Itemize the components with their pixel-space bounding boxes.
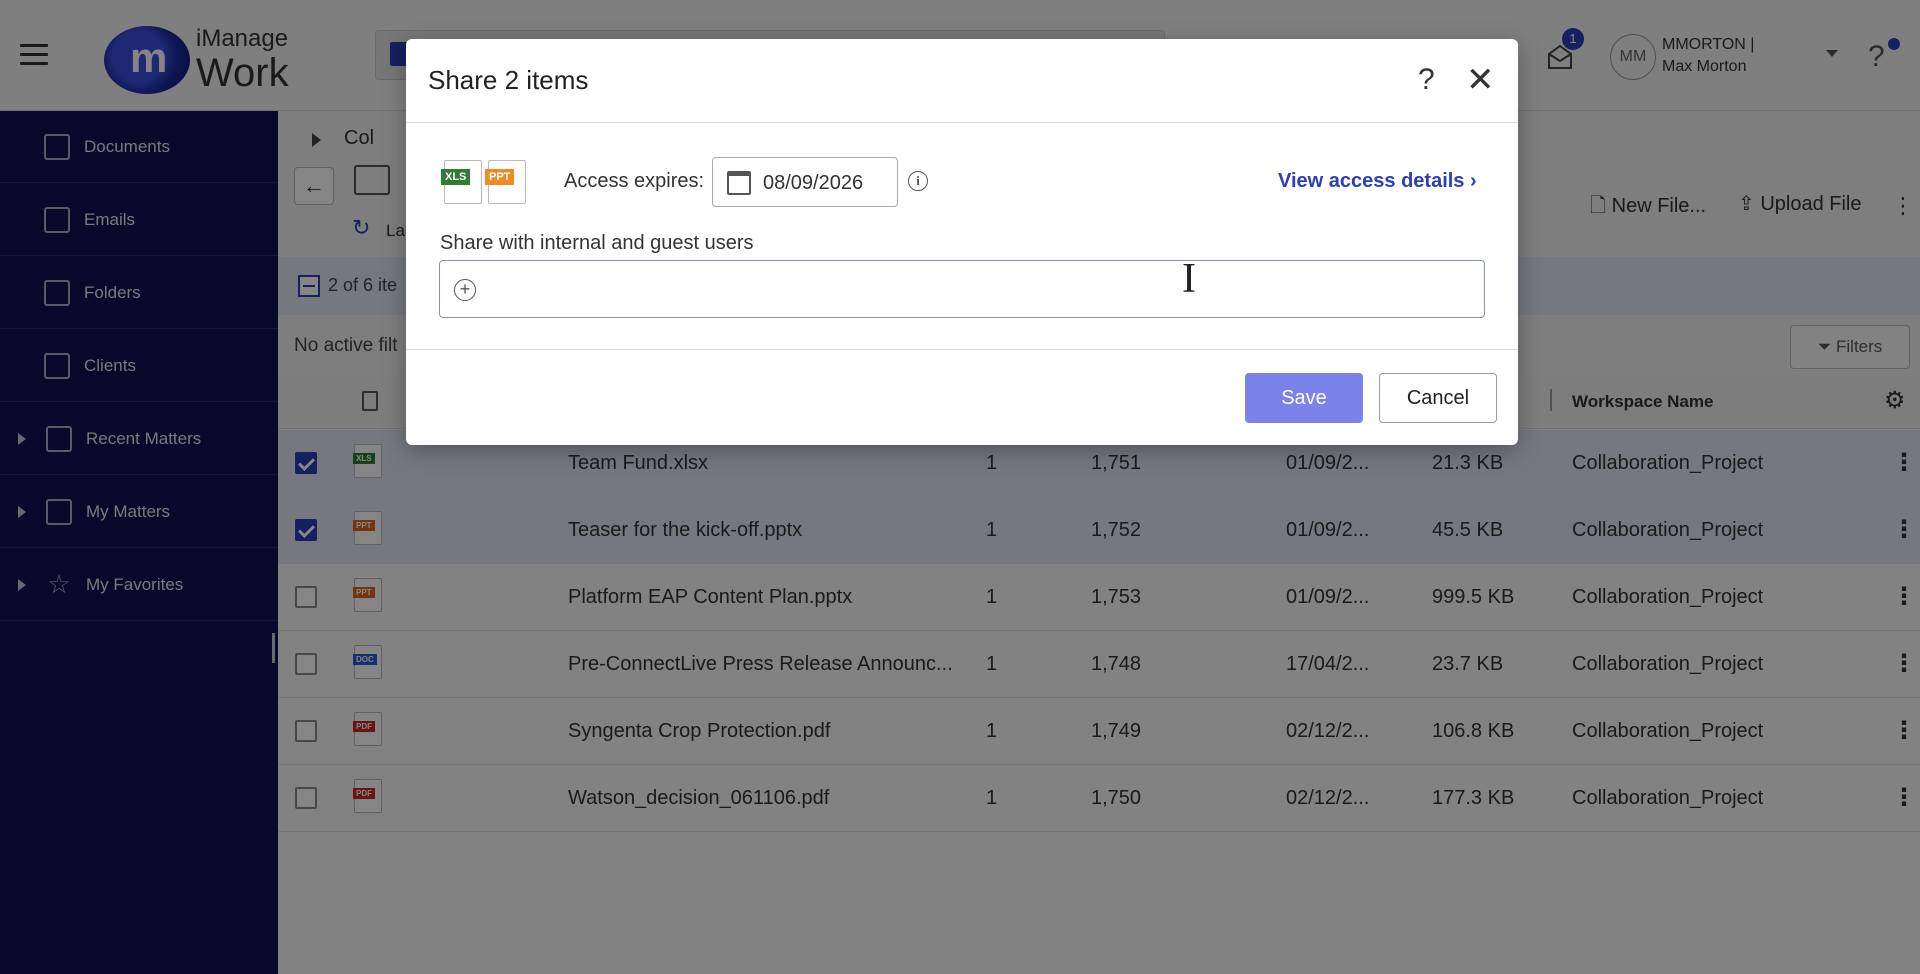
add-user-icon[interactable]: +	[454, 279, 476, 301]
access-expires-label: Access expires:	[564, 170, 705, 192]
file-type-label: XLS	[441, 169, 471, 185]
info-icon[interactable]: i	[908, 171, 928, 191]
dialog-divider	[406, 349, 1518, 350]
save-button[interactable]: Save	[1245, 373, 1363, 423]
text-cursor-icon: I	[1182, 256, 1196, 302]
ppt-file-icon: PPT	[485, 160, 526, 204]
share-users-input[interactable]: +	[439, 260, 1485, 318]
view-access-details-link[interactable]: View access details ›	[1278, 170, 1477, 193]
dialog-help-icon[interactable]: ?	[1418, 63, 1435, 97]
close-icon[interactable]: ✕	[1466, 63, 1495, 97]
xls-file-icon: XLS	[441, 160, 482, 204]
share-dialog: Share 2 items ? ✕ XLS PPT Access expires…	[406, 39, 1518, 445]
calendar-icon[interactable]	[727, 171, 751, 195]
dialog-title: Share 2 items	[428, 65, 589, 95]
share-with-label: Share with internal and guest users	[440, 232, 754, 254]
access-expires-date: 08/09/2026	[763, 172, 864, 194]
file-type-label: PPT	[485, 169, 515, 185]
cancel-button[interactable]: Cancel	[1379, 373, 1497, 423]
access-expires-date-picker[interactable]: 08/09/2026	[712, 157, 898, 207]
dialog-header: Share 2 items ? ✕	[406, 39, 1518, 123]
